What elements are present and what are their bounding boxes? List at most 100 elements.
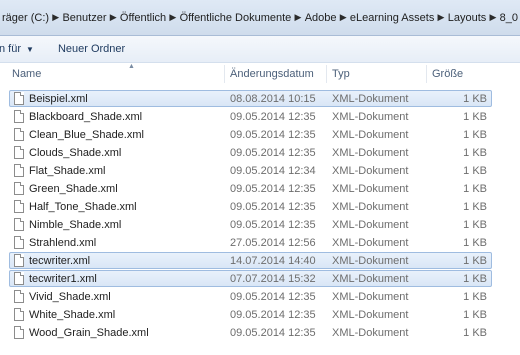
file-type: XML-Dokument (332, 237, 409, 249)
file-size: 1 KB (463, 291, 487, 303)
file-type: XML-Dokument (332, 93, 409, 105)
file-size: 1 KB (463, 129, 487, 141)
file-size: 1 KB (463, 237, 487, 249)
file-date: 09.05.2014 12:35 (230, 219, 316, 231)
file-type: XML-Dokument (332, 273, 409, 285)
file-name: Clouds_Shade.xml (29, 147, 122, 159)
xml-file-icon (14, 146, 24, 159)
file-name: Flat_Shade.xml (29, 165, 106, 177)
breadcrumb-item-users[interactable]: Benutzer (60, 12, 108, 24)
file-type: XML-Dokument (332, 291, 409, 303)
file-row[interactable]: Flat_Shade.xml 09.05.2014 12:34 XML-Doku… (9, 162, 492, 179)
file-size: 1 KB (463, 255, 487, 267)
file-type: XML-Dokument (332, 183, 409, 195)
file-type: XML-Dokument (332, 255, 409, 267)
breadcrumb-item-layouts[interactable]: Layouts (446, 12, 489, 24)
column-header-date[interactable]: Änderungsdatum (230, 68, 314, 80)
file-date: 09.05.2014 12:35 (230, 129, 316, 141)
file-type: XML-Dokument (332, 129, 409, 141)
file-name: White_Shade.xml (29, 309, 116, 321)
file-row[interactable]: tecwriter.xml 14.07.2014 14:40 XML-Dokum… (9, 252, 492, 269)
file-row[interactable]: Clouds_Shade.xml 09.05.2014 12:35 XML-Do… (9, 144, 492, 161)
xml-file-icon (14, 308, 24, 321)
file-date: 27.05.2014 12:56 (230, 237, 316, 249)
breadcrumb-label: Öffentlich (119, 11, 167, 24)
breadcrumb-label: räger (C:) (2, 11, 50, 24)
xml-file-icon (14, 182, 24, 195)
file-size: 1 KB (463, 165, 487, 177)
breadcrumb-item-elearning-assets[interactable]: eLearning Assets (348, 12, 436, 24)
file-type: XML-Dokument (332, 201, 409, 213)
chevron-right-icon[interactable]: ▶ (51, 12, 60, 23)
breadcrumb[interactable]: räger (C:) ▶ Benutzer ▶ Öffentlich ▶ Öff… (0, 0, 520, 36)
column-header-size[interactable]: Größe (432, 68, 463, 80)
file-row[interactable]: Strahlend.xml 27.05.2014 12:56 XML-Dokum… (9, 234, 492, 251)
chevron-right-icon[interactable]: ▶ (109, 12, 118, 23)
file-date: 09.05.2014 12:34 (230, 165, 316, 177)
new-folder-button[interactable]: Neuer Ordner (52, 36, 131, 62)
breadcrumb-label: Benutzer (62, 11, 107, 24)
dropdown-caret-icon: ▼ (26, 44, 34, 54)
breadcrumb-label: 8_0 (499, 11, 519, 24)
column-header-label: Name (12, 68, 42, 80)
file-row[interactable]: tecwriter1.xml 07.07.2014 15:32 XML-Doku… (9, 270, 492, 287)
file-row[interactable]: Clean_Blue_Shade.xml 09.05.2014 12:35 XM… (9, 126, 492, 143)
file-name: tecwriter1.xml (29, 273, 97, 285)
breadcrumb-item-adobe[interactable]: Adobe (303, 12, 339, 24)
file-date: 09.05.2014 12:35 (230, 201, 316, 213)
file-row[interactable]: Wood_Grain_Shade.xml 09.05.2014 12:35 XM… (9, 324, 492, 341)
column-divider[interactable] (224, 65, 225, 83)
file-name: Clean_Blue_Shade.xml (29, 129, 144, 141)
file-row[interactable]: White_Shade.xml 09.05.2014 12:35 XML-Dok… (9, 306, 492, 323)
chevron-right-icon[interactable]: ▶ (339, 12, 348, 23)
chevron-right-icon[interactable]: ▶ (436, 12, 445, 23)
column-header-type[interactable]: Typ (332, 68, 350, 80)
xml-file-icon (14, 110, 24, 123)
file-name: tecwriter.xml (29, 255, 91, 267)
file-type: XML-Dokument (332, 309, 409, 321)
breadcrumb-item-public-documents[interactable]: Öffentliche Dokumente (178, 12, 294, 24)
breadcrumb-item-current[interactable]: 8_0 (498, 12, 520, 24)
column-headers: Name ▲ Änderungsdatum Typ Größe (0, 63, 520, 85)
file-name: Vivid_Shade.xml (29, 291, 111, 303)
file-size: 1 KB (463, 219, 487, 231)
file-size: 1 KB (463, 309, 487, 321)
file-row[interactable]: Beispiel.xml 08.08.2014 10:15 XML-Dokume… (9, 90, 492, 107)
file-date: 07.07.2014 15:32 (230, 273, 316, 285)
breadcrumb-item-public[interactable]: Öffentlich (118, 12, 168, 24)
file-name: Strahlend.xml (29, 237, 97, 249)
file-row[interactable]: Vivid_Shade.xml 09.05.2014 12:35 XML-Dok… (9, 288, 492, 305)
xml-file-icon (14, 236, 24, 249)
chevron-right-icon[interactable]: ▶ (293, 12, 302, 23)
file-date: 09.05.2014 12:35 (230, 291, 316, 303)
chevron-right-icon[interactable]: ▶ (488, 12, 497, 23)
file-row[interactable]: Half_Tone_Shade.xml 09.05.2014 12:35 XML… (9, 198, 492, 215)
column-divider[interactable] (426, 65, 427, 83)
column-header-name[interactable]: Name ▲ (12, 63, 135, 80)
file-size: 1 KB (463, 111, 487, 123)
breadcrumb-label: eLearning Assets (349, 11, 435, 24)
xml-file-icon (14, 254, 24, 267)
chevron-right-icon[interactable]: ▶ (168, 12, 177, 23)
column-divider[interactable] (326, 65, 327, 83)
new-folder-label: Neuer Ordner (57, 43, 126, 55)
share-with-button[interactable]: n für ▼ (0, 36, 40, 62)
xml-file-icon (14, 164, 24, 177)
file-row[interactable]: Nimble_Shade.xml 09.05.2014 12:35 XML-Do… (9, 216, 492, 233)
breadcrumb-label: Öffentliche Dokumente (179, 11, 292, 24)
xml-file-icon (14, 326, 24, 339)
file-type: XML-Dokument (332, 165, 409, 177)
xml-file-icon (14, 92, 24, 105)
breadcrumb-item-drive[interactable]: räger (C:) (0, 12, 51, 24)
file-type: XML-Dokument (332, 327, 409, 339)
file-date: 09.05.2014 12:35 (230, 147, 316, 159)
file-type: XML-Dokument (332, 147, 409, 159)
file-date: 14.07.2014 14:40 (230, 255, 316, 267)
file-row[interactable]: Green_Shade.xml 09.05.2014 12:35 XML-Dok… (9, 180, 492, 197)
file-name: Blackboard_Shade.xml (29, 111, 143, 123)
file-row[interactable]: Blackboard_Shade.xml 09.05.2014 12:35 XM… (9, 108, 492, 125)
xml-file-icon (14, 272, 24, 285)
breadcrumb-label: Layouts (447, 11, 487, 24)
file-size: 1 KB (463, 201, 487, 213)
file-date: 09.05.2014 12:35 (230, 309, 316, 321)
